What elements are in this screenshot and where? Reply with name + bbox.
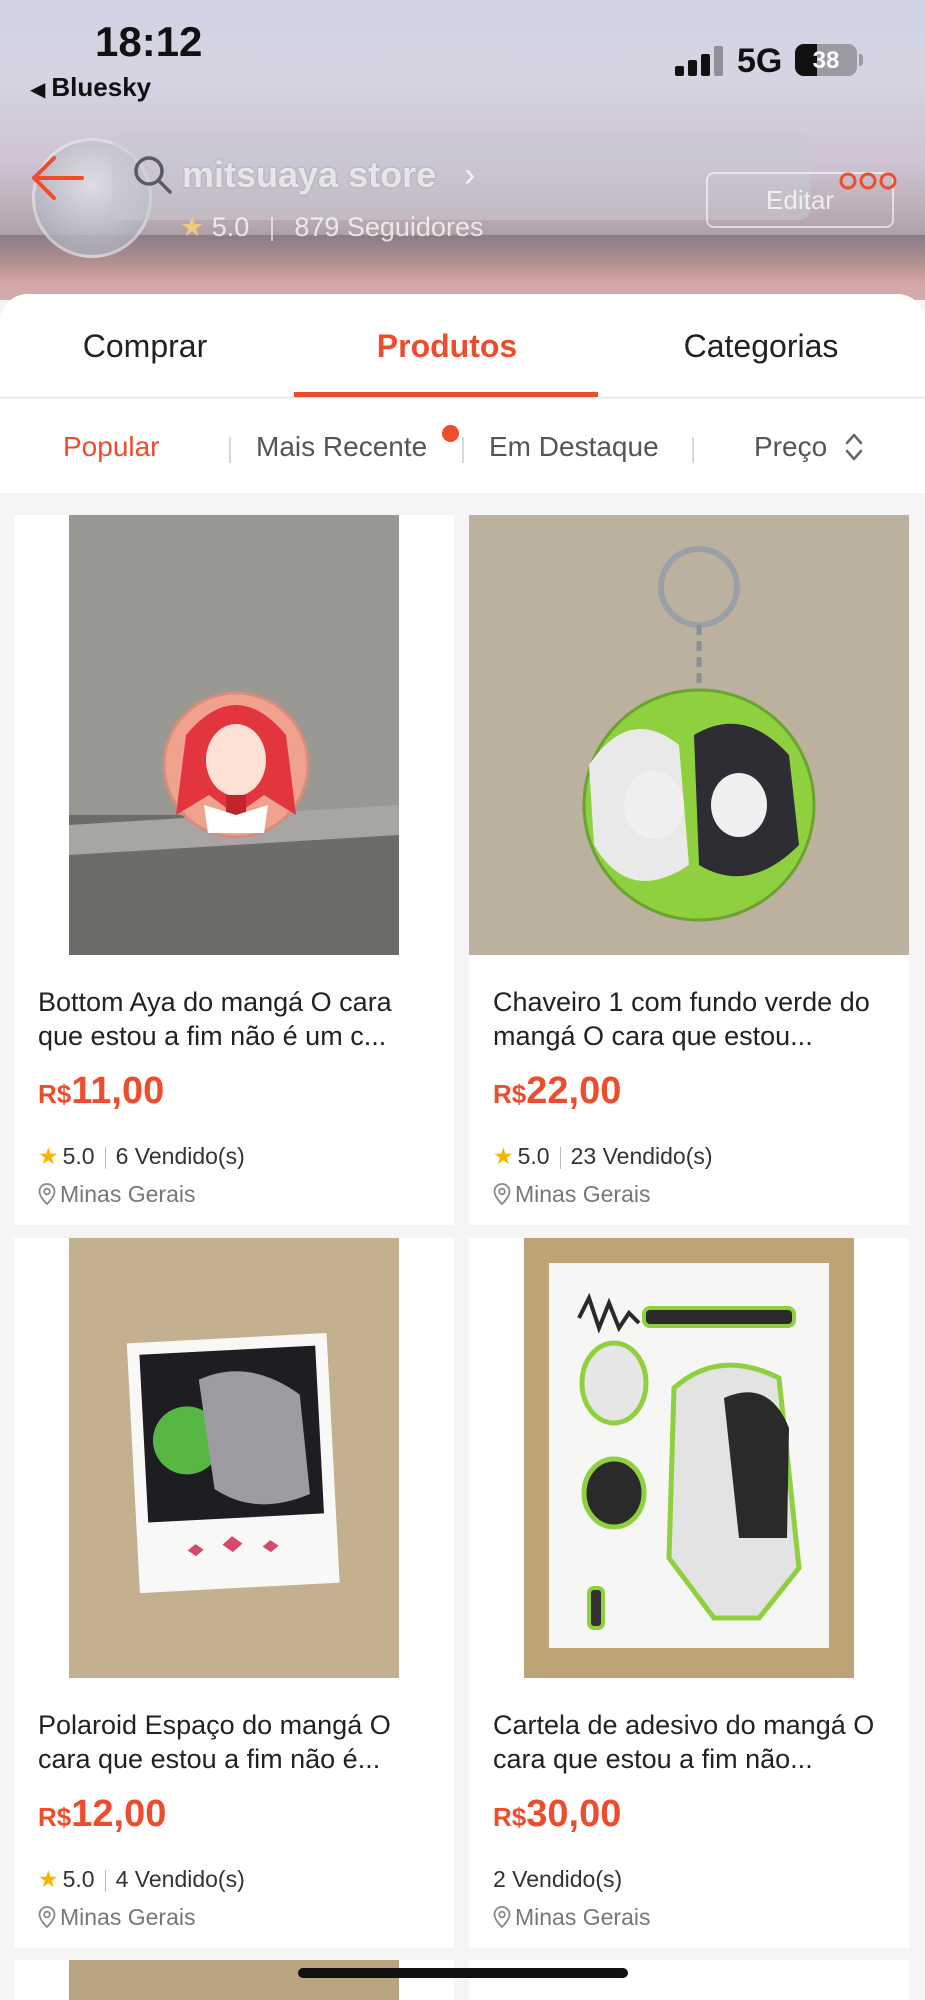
store-followers: 879 Seguidores (294, 212, 484, 242)
store-meta: ★ 5.0 879 Seguidores (180, 212, 483, 243)
signal-icon (675, 46, 727, 76)
product-sold: 2 Vendido(s) (493, 1866, 623, 1892)
tab-comprar[interactable]: Comprar (0, 328, 290, 365)
battery-tip (859, 54, 863, 66)
product-image (469, 515, 909, 955)
location-pin-icon (38, 1906, 56, 1929)
product-stats: ★ 5.0 23 Vendido(s) (493, 1143, 713, 1170)
back-to-app-link[interactable]: ◀ Bluesky (30, 72, 151, 103)
product-stats: ★ 5.0 4 Vendido(s) (38, 1866, 245, 1893)
product-sold: 6 Vendido(s) (115, 1143, 245, 1169)
product-sold: 4 Vendido(s) (115, 1866, 245, 1892)
back-app-label: Bluesky (51, 72, 152, 102)
battery-percent: 38 (812, 47, 840, 74)
product-stats: 2 Vendido(s) (493, 1866, 622, 1893)
product-image (14, 1238, 454, 1678)
product-card[interactable] (469, 1960, 909, 2000)
status-bar: 18:12 ◀ Bluesky 5G 38 (0, 0, 925, 110)
filter-preco[interactable]: Preço (754, 431, 827, 463)
active-tab-indicator (294, 392, 598, 397)
filter-popular[interactable]: Popular (63, 431, 160, 463)
store-header: mitsuaya store › ★ 5.0 879 Seguidores Ed… (0, 130, 925, 258)
tab-produtos[interactable]: Produtos (302, 328, 592, 365)
sort-arrows-icon[interactable] (842, 429, 866, 465)
filter-mais-recente[interactable]: Mais Recente (256, 431, 427, 463)
product-price: R$11,00 (38, 1070, 165, 1112)
product-stats: ★ 5.0 6 Vendido(s) (38, 1143, 245, 1170)
product-rating: 5.0 (517, 1143, 550, 1169)
location-pin-icon (493, 1906, 511, 1929)
battery-icon: 38 (795, 44, 857, 76)
product-price: R$22,00 (493, 1070, 622, 1112)
product-title: Chaveiro 1 com fundo verde do mangá O ca… (493, 987, 870, 1051)
network-type: 5G (737, 42, 783, 80)
location-pin-icon (493, 1183, 511, 1206)
product-image (469, 1238, 909, 1678)
filter-em-destaque[interactable]: Em Destaque (489, 431, 659, 463)
store-name: mitsuaya store (182, 154, 437, 195)
product-card[interactable]: Chaveiro 1 com fundo verde do mangá O ca… (469, 515, 909, 1225)
back-arrow-icon[interactable] (28, 148, 88, 208)
product-price: R$30,00 (493, 1793, 622, 1835)
search-icon (134, 156, 172, 194)
product-location: Minas Gerais (493, 1904, 650, 1931)
tab-bar: Comprar Produtos Categorias (0, 294, 925, 398)
product-rating: 5.0 (62, 1143, 95, 1169)
product-card[interactable] (14, 1960, 454, 2000)
sort-filter-bar: Popular Mais Recente Em Destaque Preço (0, 399, 925, 493)
clock: 18:12 (95, 18, 203, 65)
product-location: Minas Gerais (493, 1181, 650, 1208)
home-indicator[interactable] (298, 1968, 628, 1978)
product-rating: 5.0 (62, 1866, 95, 1892)
product-location: Minas Gerais (38, 1181, 195, 1208)
product-location: Minas Gerais (38, 1904, 195, 1931)
product-price: R$12,00 (38, 1793, 167, 1835)
product-title: Polaroid Espaço do mangá O cara que esto… (38, 1710, 391, 1774)
product-image (14, 515, 454, 955)
chevron-right-icon: › (464, 156, 476, 194)
more-options-icon[interactable] (838, 166, 898, 196)
store-content: Comprar Produtos Categorias Popular Mais… (0, 294, 925, 2000)
back-triangle-icon: ◀ (30, 79, 46, 101)
location-pin-icon (38, 1183, 56, 1206)
star-icon: ★ (38, 1143, 59, 1169)
star-icon: ★ (180, 212, 205, 242)
product-card[interactable]: Polaroid Espaço do mangá O cara que esto… (14, 1238, 454, 1948)
product-sold: 23 Vendido(s) (570, 1143, 713, 1169)
star-icon: ★ (38, 1866, 59, 1892)
store-rating: 5.0 (211, 212, 250, 242)
product-image (14, 1960, 454, 2000)
new-indicator-dot (442, 425, 459, 442)
product-card[interactable]: Bottom Aya do mangá O cara que estou a f… (14, 515, 454, 1225)
product-title: Cartela de adesivo do mangá O cara que e… (493, 1710, 875, 1774)
product-title: Bottom Aya do mangá O cara que estou a f… (38, 987, 392, 1051)
star-icon: ★ (493, 1143, 514, 1169)
tab-categorias[interactable]: Categorias (616, 328, 906, 365)
product-card[interactable]: Cartela de adesivo do mangá O cara que e… (469, 1238, 909, 1948)
